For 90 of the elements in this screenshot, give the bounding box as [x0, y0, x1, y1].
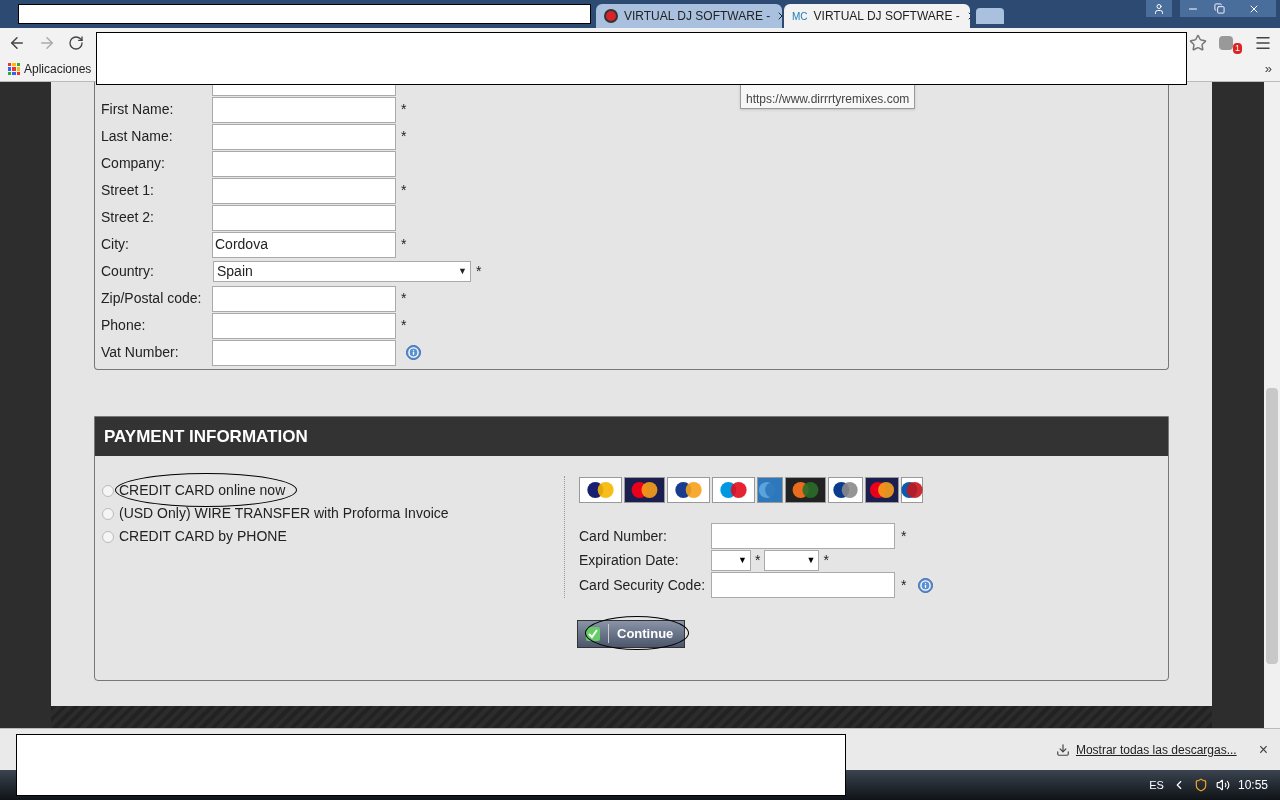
input-field[interactable] [711, 523, 895, 550]
field-label: Phone: [101, 316, 147, 335]
country-select[interactable]: Spain ▼ [213, 261, 471, 282]
required-mark: * [823, 551, 829, 571]
input-field[interactable] [711, 572, 895, 599]
card-logo-icon [828, 477, 863, 503]
option-label: CREDIT CARD online now [119, 481, 286, 500]
extension-icon[interactable] [1219, 35, 1233, 50]
input-field[interactable] [212, 96, 396, 123]
dropdown-arrow: ▼ [806, 554, 816, 567]
browser-tab[interactable]: VIRTUAL DJ SOFTWARE - [596, 4, 782, 28]
input-field[interactable] [212, 177, 396, 204]
card-logo-icon [785, 477, 826, 503]
radio-button[interactable] [102, 507, 114, 520]
card-logo-icon [667, 477, 710, 503]
restore-icon [1213, 3, 1225, 14]
input-field[interactable] [212, 85, 396, 96]
input-field[interactable] [212, 204, 396, 231]
volume-icon[interactable] [1215, 778, 1230, 792]
input-field[interactable] [212, 312, 396, 339]
clock[interactable]: 10:55 [1237, 776, 1268, 794]
user-button[interactable] [1146, 0, 1172, 17]
year-select[interactable]: ▼ [764, 550, 820, 572]
field-label: Expiration Date: [579, 551, 680, 571]
field-label: First Name: [101, 100, 175, 119]
field-label: City: [101, 235, 130, 254]
field-label: Card Number: [579, 526, 668, 546]
field-label: Street 1: [101, 181, 155, 200]
dropdown-arrow: ▼ [458, 264, 467, 278]
close-downloads-button[interactable]: × [1258, 737, 1268, 762]
required-mark: * [755, 551, 761, 571]
required-mark: * [401, 235, 407, 254]
required-mark: * [401, 100, 407, 119]
info-icon[interactable] [918, 577, 934, 593]
card-logo-icon [757, 477, 783, 503]
scrollbar[interactable] [1264, 82, 1280, 728]
new-tab-button[interactable] [976, 8, 1004, 24]
download-icon [1055, 742, 1070, 757]
field-label: Zip/Postal code: [101, 289, 203, 308]
month-select[interactable]: ▼ [711, 550, 751, 572]
tab-title: VIRTUAL DJ SOFTWARE - [624, 8, 771, 25]
user-icon [1153, 2, 1165, 15]
bookmark-item[interactable]: Aplicaciones [8, 60, 92, 78]
more-bookmarks-button[interactable]: » [1264, 59, 1272, 79]
field-label: Last Name: [101, 127, 174, 146]
shield-icon[interactable] [1193, 778, 1208, 792]
radio-button[interactable] [102, 484, 114, 497]
notification-badge: 1 [1233, 42, 1242, 54]
required-mark: * [901, 575, 907, 595]
checkmark-icon [586, 626, 600, 641]
reload-icon[interactable] [68, 34, 84, 51]
option-label: CREDIT CARD by PHONE [119, 527, 287, 546]
continue-button[interactable]: Continue [577, 619, 685, 648]
input-field[interactable] [212, 123, 396, 150]
minimize-button[interactable] [1180, 0, 1206, 17]
favicon: MC [792, 9, 808, 24]
show-downloads-link[interactable]: Mostrar todas las descargas... [1075, 740, 1237, 759]
section-header: PAYMENT INFORMATION [95, 417, 1168, 456]
field-label: Card Security Code: [579, 575, 705, 595]
required-mark: * [401, 181, 407, 200]
input-field[interactable] [212, 285, 396, 312]
input-field[interactable] [212, 339, 396, 366]
required-mark: * [476, 262, 482, 281]
card-logo-icon [901, 477, 923, 503]
input-field[interactable]: Cordova [212, 231, 396, 258]
language-indicator[interactable]: ES [1149, 776, 1164, 794]
info-icon[interactable] [406, 345, 421, 360]
required-mark: * [901, 526, 907, 546]
browser-tab[interactable]: MC VIRTUAL DJ SOFTWARE - [784, 4, 970, 28]
tab-title: VIRTUAL DJ SOFTWARE - [813, 8, 960, 25]
required-mark: * [401, 127, 407, 146]
field-label: Country: [101, 262, 155, 281]
card-logo-icon [624, 477, 665, 503]
radio-button[interactable] [102, 530, 114, 543]
option-label: (USD Only) WIRE TRANSFER with Proforma Invoice [119, 504, 449, 523]
close-button[interactable] [1232, 0, 1276, 17]
record-icon [604, 9, 618, 23]
card-logo-icon [865, 477, 899, 503]
apps-grid-icon [8, 63, 20, 75]
required-mark: * [401, 289, 407, 308]
dropdown-arrow: ▼ [738, 554, 747, 567]
required-mark: * [401, 316, 407, 335]
card-logo-icon [579, 477, 622, 503]
input-field[interactable] [212, 150, 396, 177]
card-logo-icon [712, 477, 755, 503]
field-label: Company: [101, 154, 166, 173]
bookmark-star-icon[interactable] [1189, 33, 1207, 52]
tooltip-text: https://www.dirrrtyremixes.com [746, 92, 910, 107]
field-label: Vat Number: [101, 343, 180, 362]
field-label: Street 2: [101, 208, 155, 227]
